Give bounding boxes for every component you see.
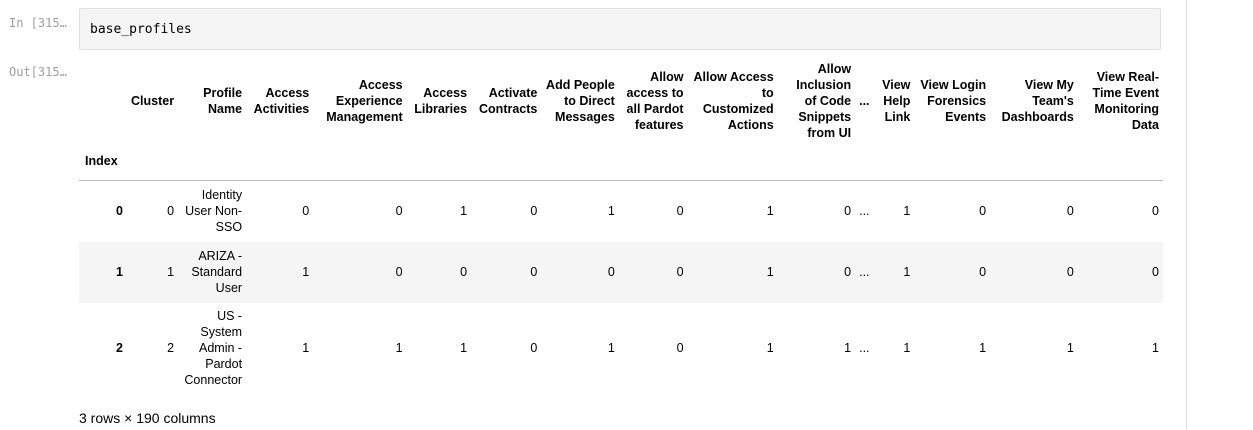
code-cell[interactable]: base_profiles — [79, 8, 1161, 50]
table-cell: 1 — [395, 340, 403, 355]
table-row: 2 2 US - System Admin - Pardot Connector 1 1… — [79, 303, 1163, 393]
column-header: View Login Forensics Events — [920, 78, 987, 124]
table-cell: 2 — [167, 340, 175, 355]
table-cell: 1 — [607, 204, 615, 219]
column-header: View Real-Time Event Monitoring Data — [1092, 70, 1159, 132]
table-cell: 1 — [302, 265, 310, 279]
code-text: base_profiles — [90, 22, 192, 37]
table-cell: 0 — [530, 265, 538, 279]
table-cell: 0 — [676, 265, 684, 279]
table-cell: 0 — [979, 204, 987, 219]
index-name-row: Index — [79, 142, 1163, 181]
input-prompt: In [315… — [9, 16, 67, 30]
index-name: Index — [79, 142, 127, 181]
dataframe-summary: 3 rows × 190 columns — [79, 410, 216, 426]
table-cell: 1 — [979, 340, 987, 355]
table-cell: 1 — [903, 204, 911, 219]
row-index: 1 — [116, 265, 123, 279]
table-cell: 0 — [530, 340, 538, 355]
table-row: 1 1 ARIZA - Standard User 1 0 0 0 0 0 1 0... 1 0 0 0 — [79, 241, 1163, 303]
table-cell: 0 — [302, 204, 310, 219]
output-prompt: Out[315… — [9, 65, 67, 79]
table-cell: Identity User Non-SSO — [185, 188, 243, 235]
notebook-right-border — [1186, 0, 1187, 430]
table-cell: 1 — [766, 265, 774, 279]
table-cell: 0 — [167, 204, 175, 219]
table-cell: ... — [859, 204, 870, 219]
table-cell: 1 — [766, 340, 774, 355]
table-cell: 0 — [676, 340, 684, 355]
column-header: Cluster — [131, 94, 175, 108]
table-cell: ... — [859, 265, 870, 279]
table-cell: 0 — [844, 204, 852, 219]
table-cell: 1 — [302, 340, 310, 355]
table-cell: 0 — [1066, 265, 1074, 279]
table-cell: 1 — [167, 265, 175, 279]
table-cell: 1 — [1066, 340, 1074, 355]
dataframe-table: Cluster Profile Name Access Activities Acce… — [79, 60, 1163, 393]
table-cell: US - System Admin - Pardot Connector — [184, 308, 243, 387]
column-header: Add People to Direct Messages — [546, 78, 615, 124]
column-header: Allow Inclusion of Code Snippets from UI — [796, 62, 852, 140]
table-cell: ARIZA - Standard User — [191, 249, 243, 295]
column-header: View My Team's Dashboards — [1001, 78, 1074, 124]
table-cell: 1 — [1152, 340, 1159, 355]
table-cell: 0 — [460, 265, 468, 279]
table-cell: 0 — [1066, 204, 1074, 219]
table-cell: 1 — [460, 340, 468, 355]
table-cell: 1 — [766, 204, 774, 219]
column-header: View Help Link — [882, 78, 911, 124]
column-header: Access Experience Management — [326, 78, 403, 124]
table-cell: 1 — [607, 340, 615, 355]
dataframe-body: 0 0 Identity User Non-SSO 0 0 1 0 1 0 1 0... 1 0 0 0 1 1… — [79, 181, 1163, 393]
column-header: Access Libraries — [414, 86, 468, 116]
table-cell: 1 — [460, 204, 468, 219]
row-index: 0 — [116, 204, 123, 219]
table-cell: 0 — [979, 265, 987, 279]
column-header: Profile Name — [203, 86, 243, 116]
table-cell: 1 — [844, 340, 852, 355]
table-cell: 0 — [844, 265, 852, 279]
table-cell: 1 — [903, 340, 911, 355]
index-column-header — [79, 60, 127, 142]
table-cell: 0 — [676, 204, 684, 219]
table-cell: 0 — [1152, 204, 1159, 219]
table-cell: 1 — [903, 265, 911, 279]
table-cell: 0 — [607, 265, 615, 279]
table-cell: 0 — [395, 204, 403, 219]
row-index: 2 — [116, 340, 123, 355]
table-cell: 0 — [1152, 265, 1159, 279]
table-cell: 0 — [395, 265, 403, 279]
column-header: ... — [859, 94, 870, 108]
table-cell: 0 — [530, 204, 538, 219]
column-header: Access Activities — [253, 86, 310, 116]
table-cell: ... — [859, 340, 870, 355]
column-header: Allow Access to Customized Actions — [693, 70, 774, 132]
table-row: 0 0 Identity User Non-SSO 0 0 1 0 1 0 1 0... 1 0 0 0 — [79, 181, 1163, 242]
column-header-row: Cluster Profile Name Access Activities Acce… — [79, 60, 1163, 142]
column-header: Activate Contracts — [479, 86, 538, 116]
index-name-spacer — [127, 142, 1163, 181]
column-header: Allow access to all Pardot features — [626, 70, 684, 132]
